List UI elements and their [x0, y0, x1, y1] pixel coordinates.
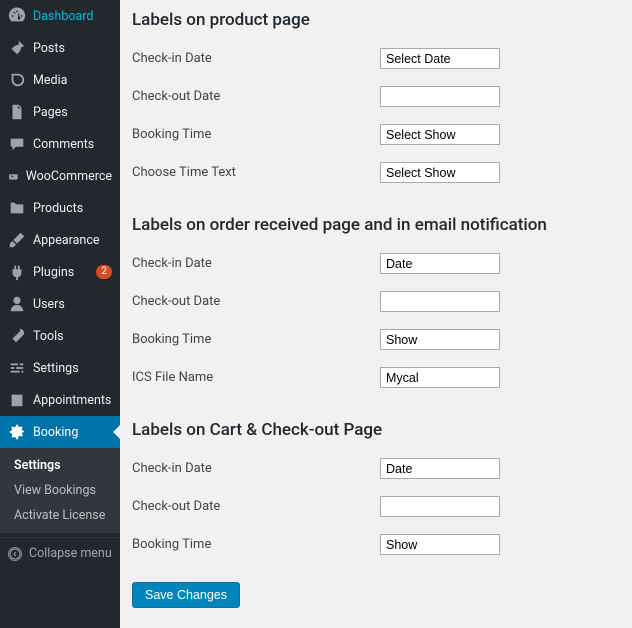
- menu-label: Tools: [33, 329, 112, 344]
- form-row: Check-out Date: [132, 86, 612, 107]
- checkin-input[interactable]: [380, 48, 500, 69]
- form-row: Choose Time Text: [132, 162, 612, 183]
- section-heading-order: Labels on order received page and in ema…: [132, 215, 612, 235]
- menu-label: WooCommerce: [26, 169, 112, 184]
- sidebar-item-plugins[interactable]: Plugins 2: [0, 256, 120, 288]
- menu-label: Dashboard: [33, 9, 112, 24]
- sliders-icon: [8, 359, 26, 377]
- woocommerce-icon: [8, 167, 19, 185]
- sidebar-item-dashboard[interactable]: Dashboard: [0, 0, 120, 32]
- checkout-input[interactable]: [380, 496, 500, 517]
- collapse-label: Collapse menu: [29, 546, 112, 561]
- ics-label: ICS File Name: [132, 370, 380, 385]
- form-row: Check-in Date: [132, 253, 612, 274]
- collapse-menu[interactable]: Collapse menu: [0, 537, 120, 569]
- sidebar-item-settings[interactable]: Settings: [0, 352, 120, 384]
- form-row: Booking Time: [132, 534, 612, 555]
- bookingtime-label: Booking Time: [132, 332, 380, 347]
- form-row: Check-in Date: [132, 458, 612, 479]
- form-row: Check-in Date: [132, 48, 612, 69]
- collapse-icon: [8, 547, 22, 561]
- menu-label: Settings: [33, 361, 112, 376]
- bookingtime-input[interactable]: [380, 534, 500, 555]
- media-icon: [8, 71, 26, 89]
- admin-sidebar: Dashboard Posts Media Pages Comments Woo…: [0, 0, 120, 628]
- checkin-input[interactable]: [380, 458, 500, 479]
- gauge-icon: [8, 7, 26, 25]
- menu-label: Media: [33, 73, 112, 88]
- sidebar-item-tools[interactable]: Tools: [0, 320, 120, 352]
- checkin-input[interactable]: [380, 253, 500, 274]
- submenu-item-activate-license[interactable]: Activate License: [0, 503, 120, 528]
- sidebar-item-media[interactable]: Media: [0, 64, 120, 96]
- menu-label: Appearance: [33, 233, 112, 248]
- form-row: ICS File Name: [132, 367, 612, 388]
- sidebar-item-comments[interactable]: Comments: [0, 128, 120, 160]
- pin-icon: [8, 39, 26, 57]
- user-icon: [8, 295, 26, 313]
- sidebar-item-booking[interactable]: Booking: [0, 416, 120, 448]
- menu-label: Plugins: [33, 265, 92, 280]
- menu-label: Appointments: [33, 393, 112, 408]
- checkout-label: Check-out Date: [132, 89, 380, 104]
- submenu-item-view-bookings[interactable]: View Bookings: [0, 478, 120, 503]
- menu-label: Users: [33, 297, 112, 312]
- save-button[interactable]: Save Changes: [132, 582, 240, 608]
- menu-label: Products: [33, 201, 112, 216]
- bookingtime-input[interactable]: [380, 124, 500, 145]
- main-content: Labels on product page Check-in Date Che…: [120, 0, 632, 628]
- menu-label: Booking: [33, 425, 112, 440]
- section-heading-product: Labels on product page: [132, 10, 612, 30]
- wrench-icon: [8, 327, 26, 345]
- sidebar-item-woocommerce[interactable]: WooCommerce: [0, 160, 120, 192]
- checkin-label: Check-in Date: [132, 256, 380, 271]
- sidebar-item-users[interactable]: Users: [0, 288, 120, 320]
- form-row: Booking Time: [132, 329, 612, 350]
- form-row: Check-out Date: [132, 291, 612, 312]
- brush-icon: [8, 231, 26, 249]
- bookingtime-input[interactable]: [380, 329, 500, 350]
- update-badge: 2: [96, 265, 112, 279]
- plug-icon: [8, 263, 26, 281]
- submenu-item-settings[interactable]: Settings: [0, 453, 120, 478]
- form-row: Booking Time: [132, 124, 612, 145]
- form-row: Check-out Date: [132, 496, 612, 517]
- choosetime-label: Choose Time Text: [132, 165, 380, 180]
- page-icon: [8, 103, 26, 121]
- bookingtime-label: Booking Time: [132, 537, 380, 552]
- products-icon: [8, 199, 26, 217]
- checkout-label: Check-out Date: [132, 294, 380, 309]
- sidebar-submenu: Settings View Bookings Activate License: [0, 448, 120, 533]
- checkin-label: Check-in Date: [132, 51, 380, 66]
- bookingtime-label: Booking Time: [132, 127, 380, 142]
- sidebar-item-products[interactable]: Products: [0, 192, 120, 224]
- checkin-label: Check-in Date: [132, 461, 380, 476]
- sidebar-item-appointments[interactable]: Appointments: [0, 384, 120, 416]
- menu-label: Pages: [33, 105, 112, 120]
- sidebar-item-pages[interactable]: Pages: [0, 96, 120, 128]
- checkout-label: Check-out Date: [132, 499, 380, 514]
- choosetime-input[interactable]: [380, 162, 500, 183]
- calendar-icon: [8, 391, 26, 409]
- gear-icon: [8, 423, 26, 441]
- checkout-input[interactable]: [380, 291, 500, 312]
- ics-input[interactable]: [380, 367, 500, 388]
- checkout-input[interactable]: [380, 86, 500, 107]
- sidebar-item-posts[interactable]: Posts: [0, 32, 120, 64]
- sidebar-item-appearance[interactable]: Appearance: [0, 224, 120, 256]
- section-heading-cart: Labels on Cart & Check-out Page: [132, 420, 612, 440]
- menu-label: Posts: [33, 41, 112, 56]
- menu-label: Comments: [33, 137, 112, 152]
- comment-icon: [8, 135, 26, 153]
